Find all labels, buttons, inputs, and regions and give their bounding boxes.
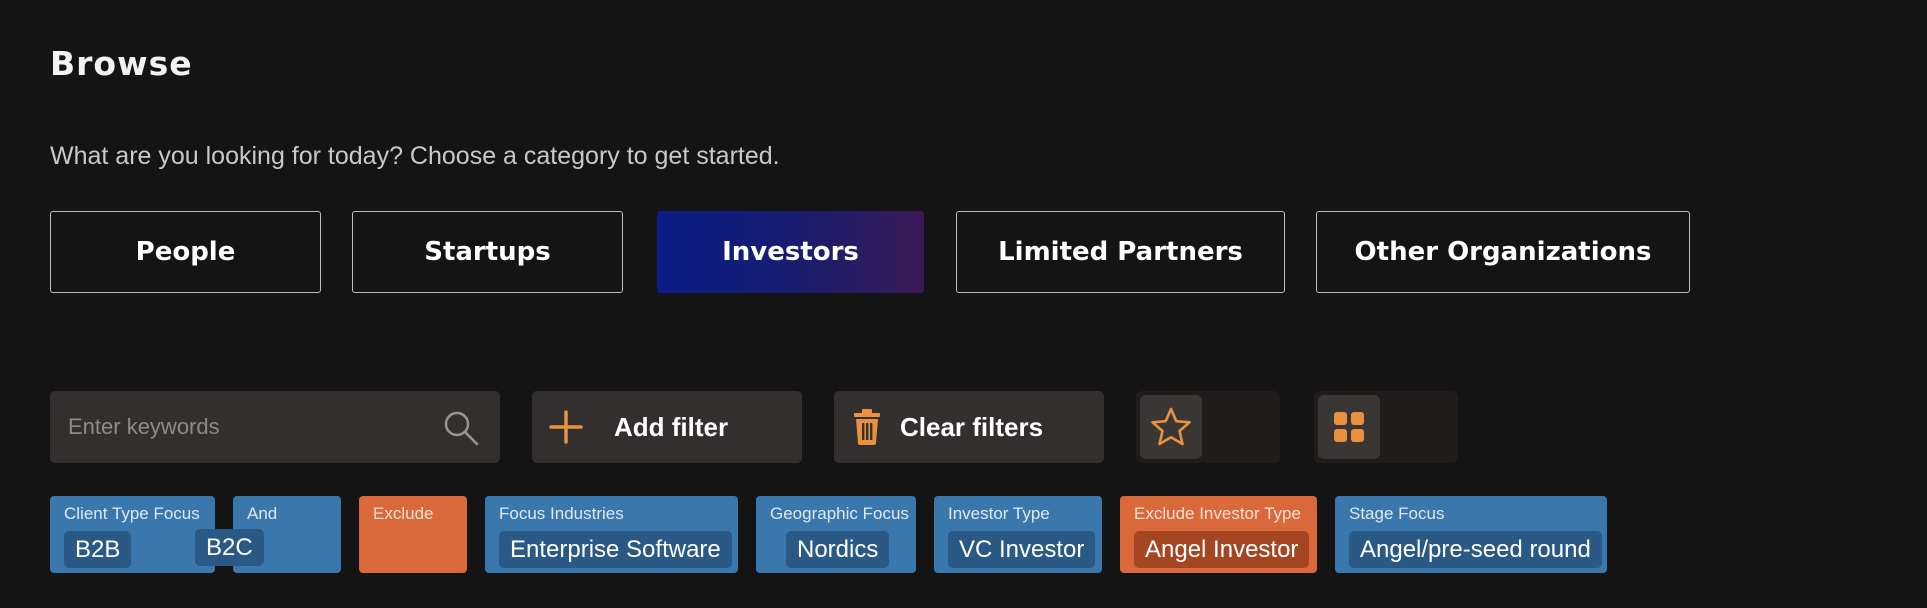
filter-chip-client-type-focus[interactable]: Client Type Focus B2B [50, 496, 215, 573]
search-icon[interactable] [442, 409, 480, 452]
filter-chip-investor-type[interactable]: Investor Type VC Investor [934, 496, 1102, 573]
favorites-toggle[interactable] [1136, 391, 1280, 463]
filter-chip-geographic-focus[interactable]: Geographic Focus Nordics [756, 496, 916, 573]
category-people[interactable]: People [50, 211, 321, 293]
filter-label: Investor Type [948, 504, 1050, 523]
filter-label: Client Type Focus [64, 504, 200, 523]
filter-tag[interactable]: Angel/pre-seed round [1349, 531, 1602, 568]
toggle-knob [1318, 395, 1380, 459]
filter-label: Focus Industries [499, 504, 624, 523]
clear-filters-label: Clear filters [900, 411, 1044, 442]
search-box [50, 391, 500, 463]
add-filter-button[interactable]: Add filter [532, 391, 802, 463]
category-startups[interactable]: Startups [352, 211, 623, 293]
category-limited-partners[interactable]: Limited Partners [956, 211, 1285, 293]
filter-label: Exclude Investor Type [1134, 504, 1301, 523]
category-investors[interactable]: Investors [657, 211, 924, 293]
filter-tag[interactable]: VC Investor [948, 531, 1096, 568]
category-other-organizations[interactable]: Other Organizations [1316, 211, 1690, 293]
filter-label: And [247, 504, 278, 523]
filter-label: Exclude [373, 504, 434, 523]
add-filter-label: Add filter [614, 411, 729, 442]
grid-view-toggle[interactable] [1314, 391, 1458, 463]
toggle-knob [1140, 395, 1202, 459]
filter-tag[interactable]: Angel Investor [1134, 531, 1310, 568]
filter-tag[interactable]: Enterprise Software [499, 531, 732, 568]
filter-tag[interactable]: B2B [64, 531, 132, 568]
trash-icon [852, 409, 882, 445]
star-icon [1150, 406, 1192, 448]
page-title: Browse [50, 44, 193, 83]
plus-icon [548, 409, 584, 445]
filter-chip-exclude-investor-type[interactable]: Exclude Investor Type Angel Investor [1120, 496, 1317, 573]
filter-chip-focus-industries[interactable]: Focus Industries Enterprise Software [485, 496, 738, 573]
page-subtitle: What are you looking for today? Choose a… [50, 142, 780, 170]
filter-chip-stage-focus[interactable]: Stage Focus Angel/pre-seed round [1335, 496, 1607, 573]
search-input[interactable] [66, 413, 430, 441]
filter-chip-exclude[interactable]: Exclude [359, 496, 467, 573]
filter-label: Stage Focus [1349, 504, 1445, 523]
filter-label: Geographic Focus [770, 504, 909, 523]
filter-tag[interactable]: Nordics [786, 531, 890, 568]
grid-icon [1333, 411, 1365, 443]
filter-tag-dragging[interactable]: B2C [195, 529, 264, 566]
clear-filters-button[interactable]: Clear filters [834, 391, 1104, 463]
